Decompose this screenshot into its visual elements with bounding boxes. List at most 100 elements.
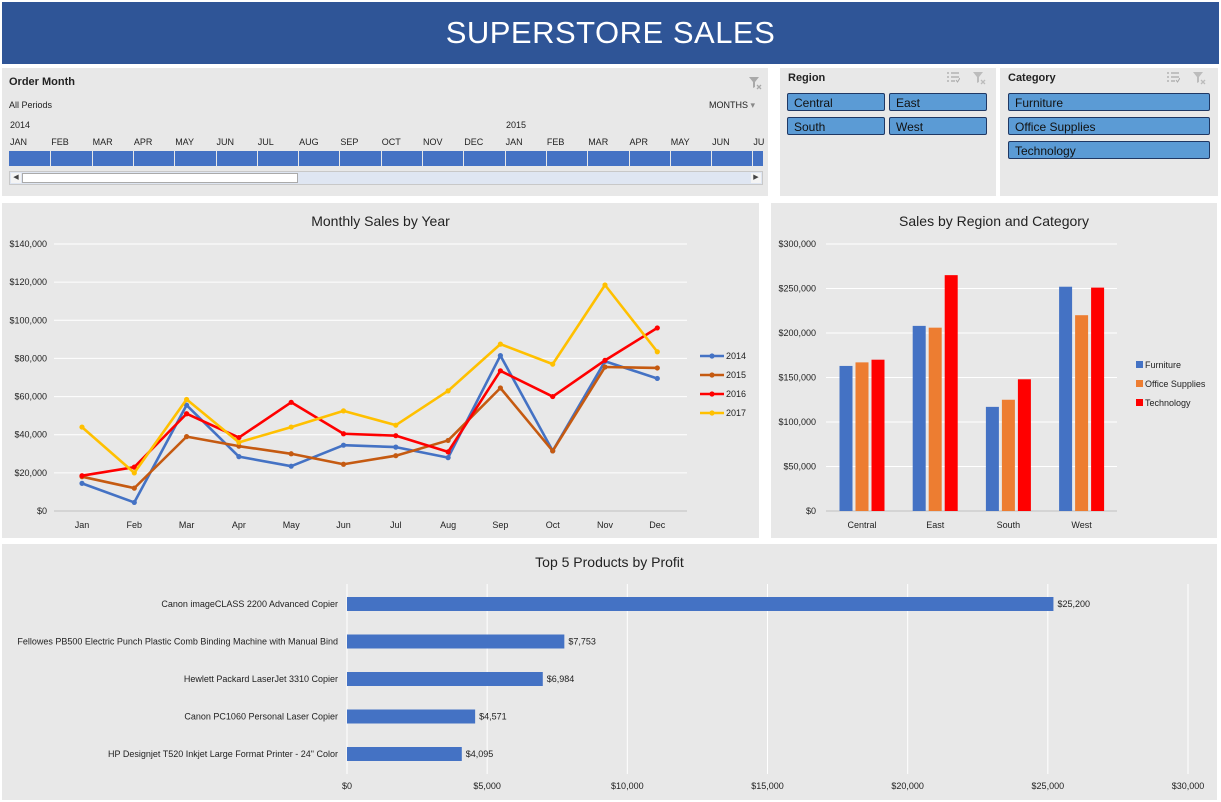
timeline-bar[interactable] [9,151,763,166]
region-slicer: Region Central East South West [780,68,996,196]
multi-select-icon[interactable] [946,71,960,85]
data-label: $4,095 [466,749,494,759]
multi-select-icon[interactable] [1166,71,1180,85]
profit-bar [347,597,1054,611]
timeline-month-label: MAR [588,137,609,147]
product-label: Hewlett Packard LaserJet 3310 Copier [184,674,338,684]
profit-bar [347,709,476,724]
timeline-month-label: JAN [10,137,28,147]
y-tick-label: $100,000 [778,417,816,427]
series-line-2014 [81,354,658,504]
category-item-furniture[interactable]: Furniture [1008,93,1210,111]
timeline-month-divider [298,151,300,166]
x-tick-label: Jan [75,520,90,530]
legend-label: 2016 [726,389,746,399]
x-tick-label: Mar [179,520,195,530]
x-tick-label: East [926,520,945,530]
legend-marker [709,353,715,359]
x-tick-label: $30,000 [1172,781,1205,791]
data-point [79,473,85,479]
region-item-central[interactable]: Central [787,93,885,111]
chevron-down-icon: ▾ [750,100,756,110]
timeline-month-divider [422,151,423,166]
clear-filter-icon[interactable] [972,71,986,85]
legend-label: 2017 [726,408,746,418]
x-tick-label: Dec [649,520,666,530]
scroll-left-icon[interactable]: ◀ [11,173,21,183]
profit-bar [347,747,462,761]
x-tick-label: Feb [127,520,143,530]
timeline-month-label: JUN [712,137,730,147]
y-tick-label: $120,000 [9,277,47,287]
data-label: $25,200 [1057,599,1090,609]
x-tick-label: West [1071,520,1092,530]
timeline-month-divider [339,151,341,166]
y-tick-label: $80,000 [14,353,47,363]
data-point [340,442,347,448]
timeline-month-label: JUN [216,137,235,147]
line-chart-plot: $0 $20,000 $40,000 $60,000 $80,000 $100,000 $1… [9,239,746,530]
region-slicer-title: Region [788,72,826,84]
data-point [445,449,451,455]
column-chart-plot: $0 $50,000 $100,000 $150,000 $200,000 $250,00… [778,239,1206,530]
bar-office-supplies [1001,399,1015,511]
timeline-month-label: DEC [464,137,484,147]
data-point [288,463,294,469]
data-point [497,385,503,391]
x-tick-label: Apr [232,520,246,530]
x-tick-label: Sep [492,520,508,530]
product-label: Fellowes PB500 Electric Punch Plastic Co… [17,637,338,647]
data-point [131,499,137,506]
timeline-month-label: FEB [546,137,565,147]
x-tick-label: $10,000 [611,781,644,791]
data-point [340,408,347,414]
scroll-right-icon[interactable]: ▶ [751,173,761,183]
timeline-month-divider [132,151,134,166]
legend-label: 2014 [726,351,746,361]
timeline-month-label: NOV [423,137,443,147]
region-item-south[interactable]: South [787,117,885,135]
data-label: $7,753 [568,637,596,647]
bar-furniture [1059,286,1073,511]
data-point [288,399,294,405]
legend-label: Office Supplies [1145,379,1206,389]
x-tick-label: May [283,520,301,530]
data-point [288,451,294,457]
bar-technology [944,275,958,511]
clear-filter-icon[interactable] [1192,71,1206,85]
data-point [393,433,399,439]
data-point [497,341,503,347]
data-point [131,470,137,476]
region-item-east[interactable]: East [889,93,987,111]
product-label: Canon imageCLASS 2200 Advanced Copier [161,599,338,609]
x-tick-label: Jul [390,520,402,530]
dashboard-title: SUPERSTORE SALES [2,2,1219,64]
data-label: $6,984 [547,674,575,684]
y-tick-label: $200,000 [778,328,816,338]
data-point [654,325,660,331]
data-label: $4,571 [479,712,507,722]
timeline-month-divider [545,151,547,166]
data-point [184,396,190,403]
timeline-scrollbar[interactable]: ◀ ▶ [9,171,763,185]
data-point [236,454,242,460]
data-point [131,485,137,491]
data-point [288,424,294,430]
region-category-chart: Sales by Region and Category $0 $50,000 $1… [771,203,1217,538]
timeline-month-label: JUL [257,137,274,147]
data-point [445,388,451,394]
data-point [602,364,608,370]
clear-filter-icon[interactable] [748,76,762,90]
scroll-thumb[interactable] [22,173,298,183]
x-tick-label: Nov [597,520,614,530]
legend-marker [709,410,715,416]
y-tick-label: $100,000 [9,315,47,325]
region-item-west[interactable]: West [889,117,987,135]
bar-office-supplies [1075,315,1089,511]
category-item-technology[interactable]: Technology [1008,141,1210,159]
period-label: All Periods [9,100,53,110]
y-tick-label: $0 [37,506,47,516]
category-item-office-supplies[interactable]: Office Supplies [1008,117,1210,135]
time-level-dropdown[interactable]: MONTHS ▾ [709,100,755,111]
timeline-month-divider [91,151,93,166]
